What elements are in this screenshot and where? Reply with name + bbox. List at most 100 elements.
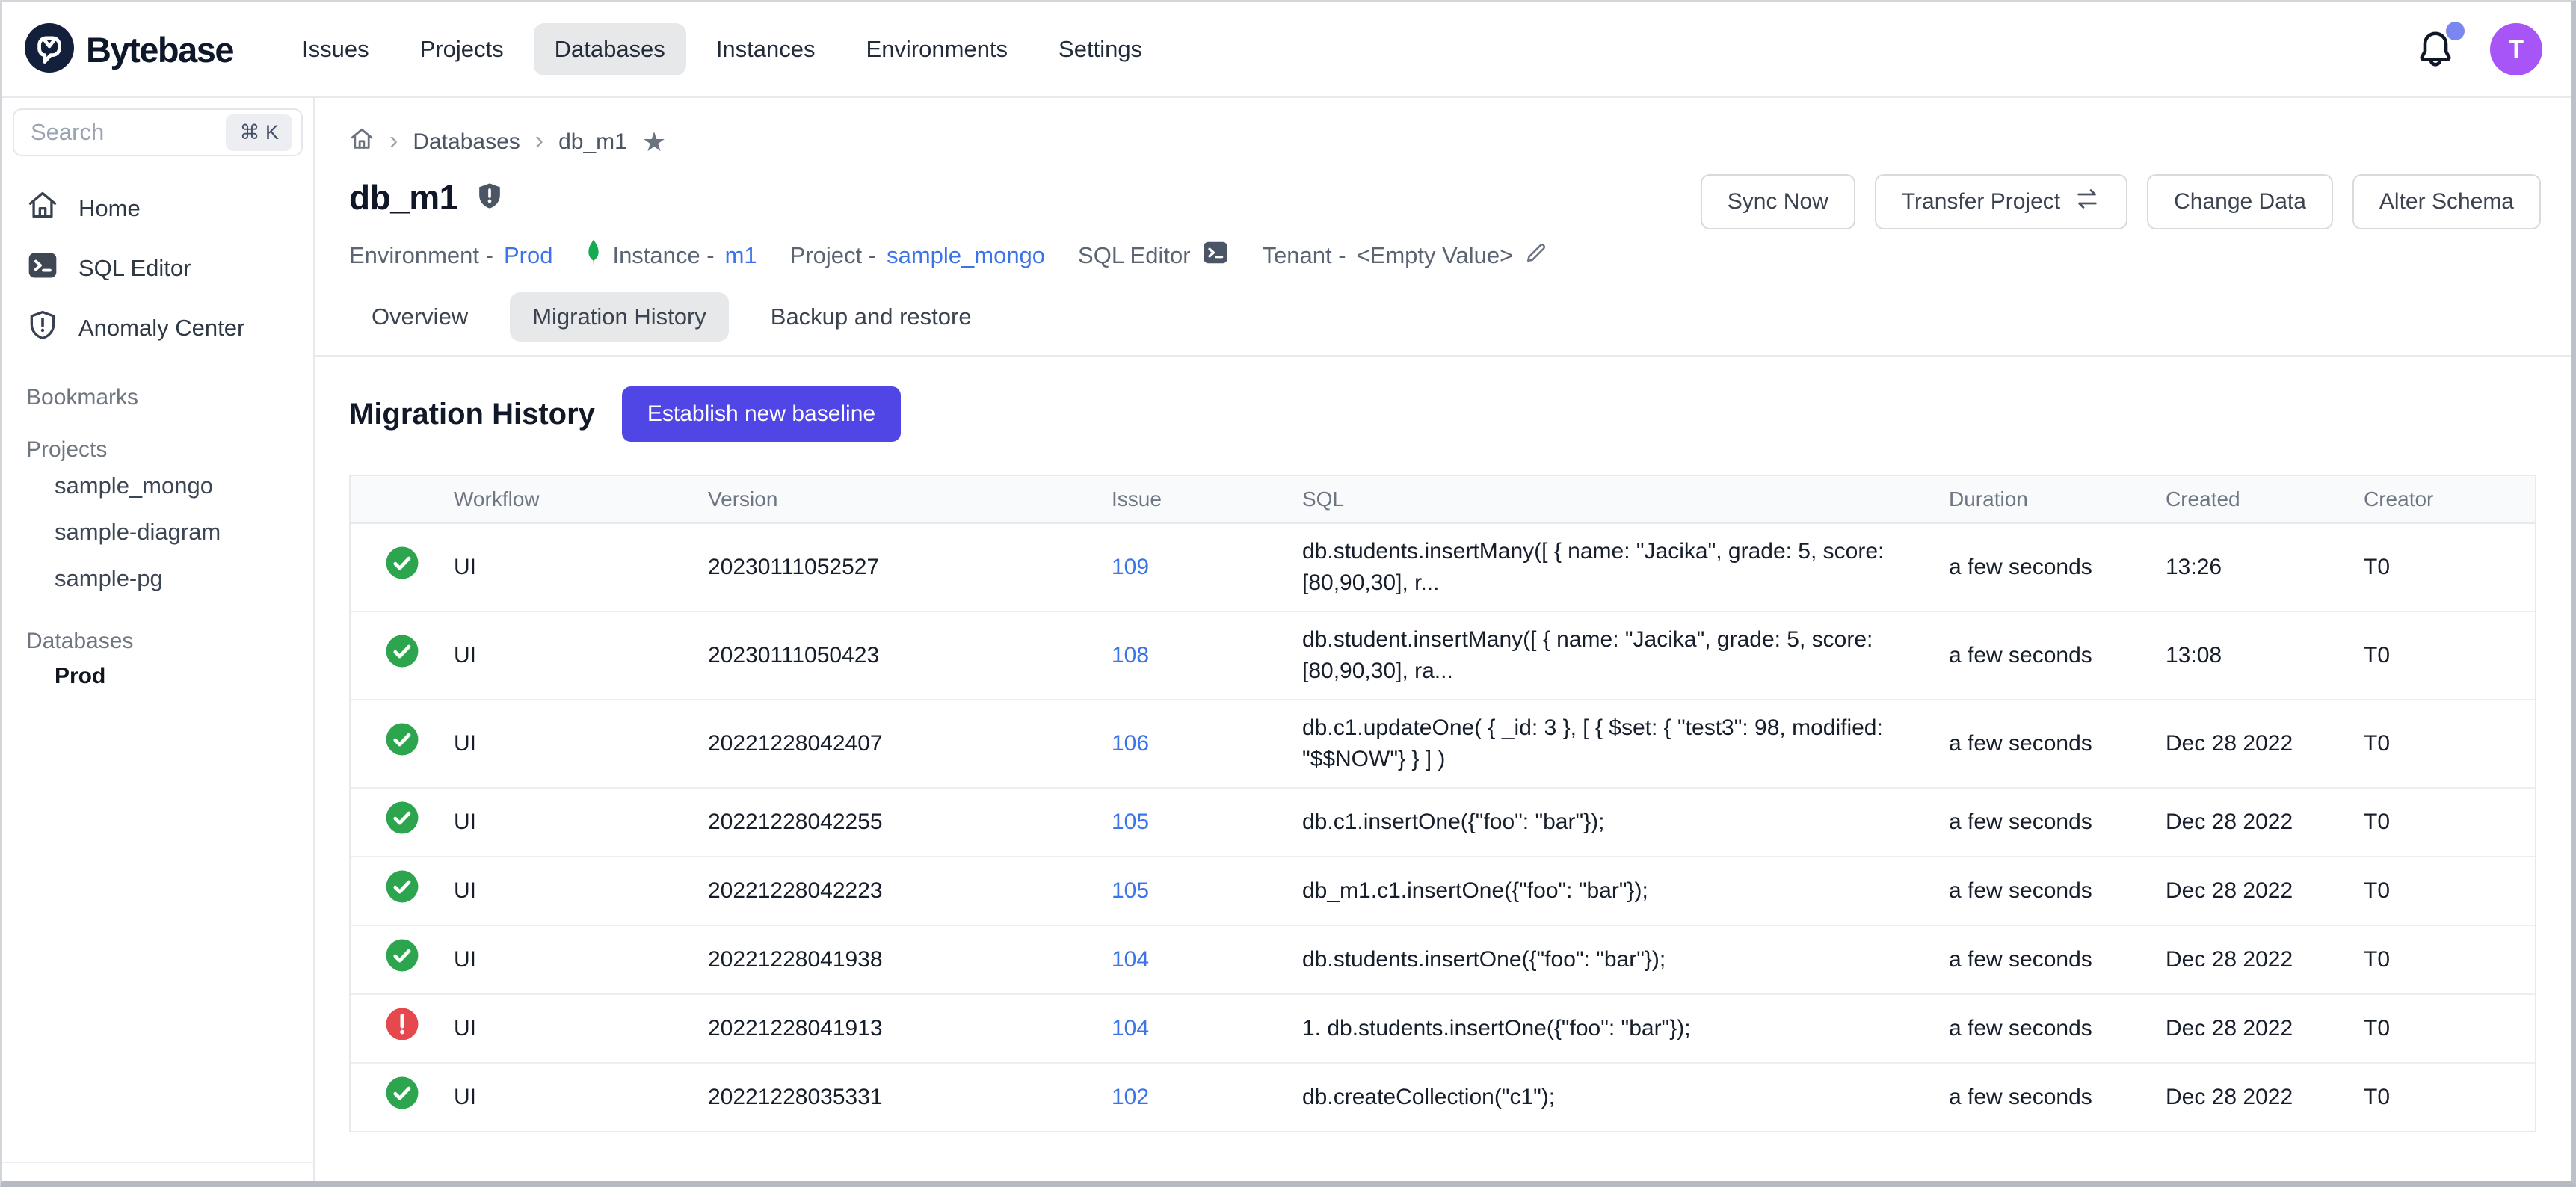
table-row[interactable]: UI 20221228041913 104 1. db.students.ins… — [351, 995, 2535, 1064]
cell-created: Dec 28 2022 — [2166, 795, 2364, 850]
cell-creator: T0 — [2364, 540, 2535, 595]
sidebar-item-sample-mongo[interactable]: sample_mongo — [13, 463, 303, 509]
sidebar-item-anomaly-center[interactable]: Anomaly Center — [13, 298, 303, 358]
mongodb-leaf-icon — [585, 238, 602, 273]
cell-workflow: UI — [454, 540, 708, 595]
cell-created: 13:08 — [2166, 628, 2364, 683]
page-header: db_m1 Environment - Prod — [315, 158, 2571, 273]
bytebase-logo-icon — [25, 23, 74, 76]
sidebar-section-projects: Projects sample_mongosample-diagramsampl… — [13, 437, 303, 602]
column-header-duration: Duration — [1949, 476, 2166, 522]
bookmark-star-icon[interactable]: ★ — [642, 129, 666, 155]
table-row[interactable]: UI 20230111052527 109 db.students.insert… — [351, 524, 2535, 612]
tab-backup-and-restore[interactable]: Backup and restore — [748, 292, 994, 342]
tab-migration-history[interactable]: Migration History — [510, 292, 729, 342]
cell-created: 13:26 — [2166, 540, 2364, 595]
sidebar-item-prod[interactable]: Prod — [13, 654, 303, 699]
issue-link[interactable]: 104 — [1112, 947, 1149, 972]
cell-workflow: UI — [454, 932, 708, 987]
sql-editor-icon — [26, 249, 59, 288]
cell-version: 20221228042407 — [708, 716, 1112, 771]
sql-editor-open-icon[interactable] — [1201, 238, 1230, 273]
column-header-workflow: Workflow — [454, 476, 708, 522]
cell-duration: a few seconds — [1949, 540, 2166, 595]
instance-label: Instance - — [612, 242, 714, 269]
environment-link[interactable]: Prod — [504, 242, 552, 269]
issue-link[interactable]: 109 — [1112, 555, 1149, 579]
cell-version: 20221228042255 — [708, 795, 1112, 850]
bytebase-logo[interactable]: Bytebase — [25, 23, 233, 76]
issue-link[interactable]: 104 — [1112, 1016, 1149, 1040]
nav-item-projects[interactable]: Projects — [399, 23, 525, 75]
cell-created: Dec 28 2022 — [2166, 932, 2364, 987]
tenant-label: Tenant - — [1263, 242, 1346, 269]
sidebar-item-sql-editor[interactable]: SQL Editor — [13, 238, 303, 298]
main-nav: IssuesProjectsDatabasesInstancesEnvironm… — [281, 23, 1163, 75]
content-area: Migration History Establish new baseline… — [315, 357, 2571, 1132]
cell-sql: db.c1.insertOne({"foo": "bar"}); — [1302, 795, 1949, 850]
sidebar-item-sample-diagram[interactable]: sample-diagram — [13, 509, 303, 555]
user-avatar[interactable]: T — [2490, 23, 2542, 75]
cell-workflow: UI — [454, 1001, 708, 1056]
issue-link[interactable]: 105 — [1112, 878, 1149, 903]
section-title: Migration History — [349, 398, 595, 431]
nav-item-instances[interactable]: Instances — [695, 23, 836, 75]
nav-item-settings[interactable]: Settings — [1038, 23, 1163, 75]
edit-pencil-icon[interactable] — [1523, 241, 1548, 271]
cell-creator: T0 — [2364, 932, 2535, 987]
tenant-value: <Empty Value> — [1357, 242, 1514, 269]
column-header-sql: SQL — [1302, 476, 1949, 522]
sidebar: ⌘ K Home SQL Editor Anomaly Center Bookm… — [2, 98, 315, 1181]
cell-version: 20230111050423 — [708, 628, 1112, 683]
nav-item-issues[interactable]: Issues — [281, 23, 390, 75]
migration-history-table: WorkflowVersionIssueSQLDurationCreatedCr… — [349, 475, 2536, 1132]
table-row[interactable]: UI 20221228041938 104 db.students.insert… — [351, 926, 2535, 995]
cell-creator: T0 — [2364, 795, 2535, 850]
issue-link[interactable]: 102 — [1112, 1085, 1149, 1109]
establish-baseline-button[interactable]: Establish new baseline — [622, 386, 901, 442]
nav-item-environments[interactable]: Environments — [845, 23, 1029, 75]
breadcrumb-link-databases[interactable]: Databases — [413, 129, 520, 155]
instance-link[interactable]: m1 — [725, 242, 757, 269]
cell-duration: a few seconds — [1949, 1001, 2166, 1056]
search-input[interactable] — [31, 119, 226, 146]
sidebar-item-sample-pg[interactable]: sample-pg — [13, 555, 303, 602]
transfer-project-button[interactable]: Transfer Project — [1875, 174, 2127, 229]
cell-version: 20221228042223 — [708, 863, 1112, 919]
tab-overview[interactable]: Overview — [349, 292, 490, 342]
project-label: Project - — [790, 242, 876, 269]
topbar-right: T — [2414, 23, 2542, 75]
sidebar-section-databases: Databases Prod — [13, 629, 303, 699]
notification-bell-button[interactable] — [2414, 28, 2457, 71]
home-icon[interactable] — [349, 126, 375, 158]
sidebar-item-home[interactable]: Home — [13, 179, 303, 238]
tab-bar: Overview Migration History Backup and rest… — [315, 273, 2571, 357]
cell-sql: 1. db.students.insertOne({"foo": "bar"})… — [1302, 1001, 1949, 1056]
table-row[interactable]: UI 20221228042255 105 db.c1.insertOne({"… — [351, 789, 2535, 857]
issue-link[interactable]: 105 — [1112, 810, 1149, 834]
error-icon — [385, 1007, 419, 1050]
table-row[interactable]: UI 20221228042407 106 db.c1.updateOne( {… — [351, 700, 2535, 789]
project-link[interactable]: sample_mongo — [887, 242, 1045, 269]
cell-duration: a few seconds — [1949, 795, 2166, 850]
issue-link[interactable]: 106 — [1112, 731, 1149, 756]
cell-creator: T0 — [2364, 863, 2535, 919]
sync-now-button[interactable]: Sync Now — [1701, 174, 1855, 229]
table-row[interactable]: UI 20221228035331 102 db.createCollectio… — [351, 1064, 2535, 1131]
table-row[interactable]: UI 20221228042223 105 db_m1.c1.insertOne… — [351, 857, 2535, 926]
cell-workflow: UI — [454, 795, 708, 850]
cell-sql: db.students.insertMany([ { name: "Jacika… — [1302, 524, 1949, 611]
main-panel: › Databases › db_m1 ★ db_m1 — [315, 98, 2571, 1181]
sidebar-section-bookmarks: Bookmarks — [13, 385, 303, 410]
table-row[interactable]: UI 20230111050423 108 db.student.insertM… — [351, 612, 2535, 700]
alter-schema-button[interactable]: Alter Schema — [2352, 174, 2541, 229]
cell-sql: db.c1.updateOne( { _id: 3 }, [ { $set: {… — [1302, 700, 1949, 787]
issue-link[interactable]: 108 — [1112, 643, 1149, 668]
breadcrumb-separator: › — [535, 128, 543, 153]
cell-created: Dec 28 2022 — [2166, 863, 2364, 919]
header-actions: Sync Now Transfer Project Change Data Alter… — [1701, 174, 2541, 229]
nav-item-databases[interactable]: Databases — [534, 23, 686, 75]
change-data-button[interactable]: Change Data — [2147, 174, 2333, 229]
success-check-icon — [385, 869, 419, 913]
cell-creator: T0 — [2364, 628, 2535, 683]
